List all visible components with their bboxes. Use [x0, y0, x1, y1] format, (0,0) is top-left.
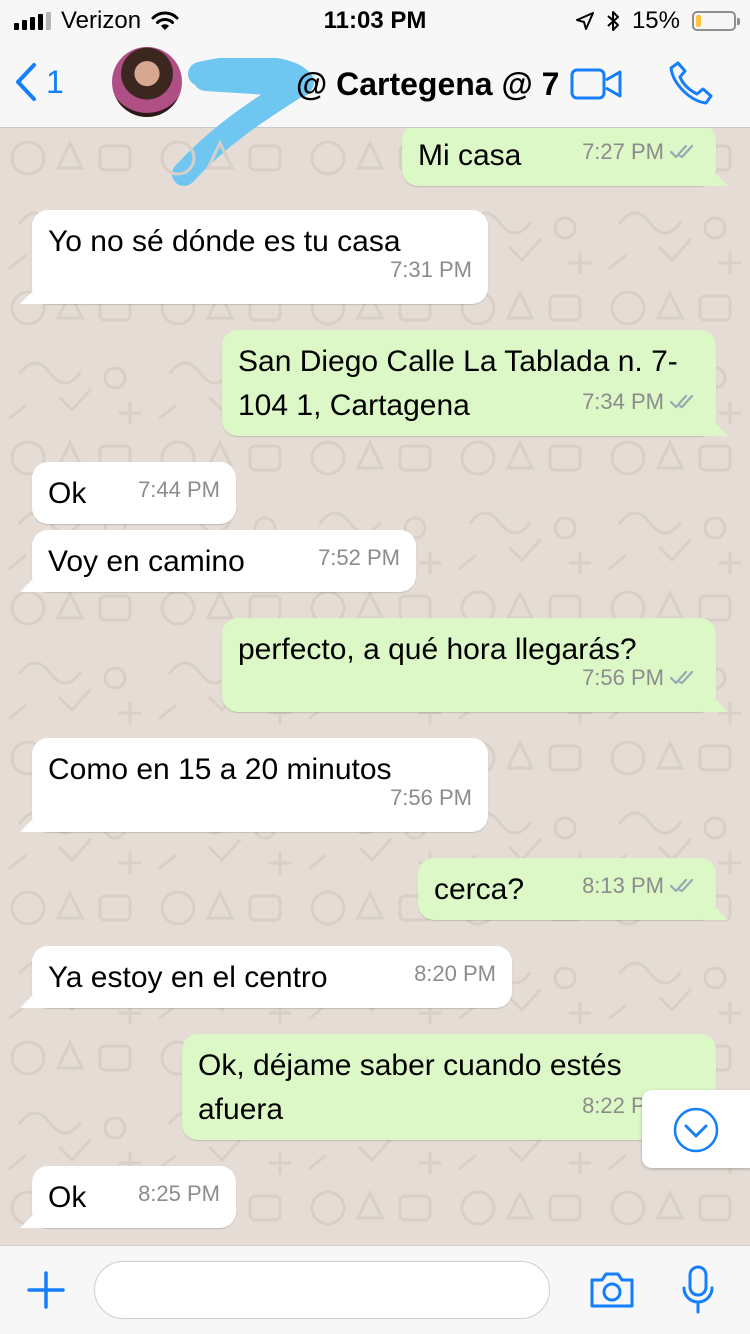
message-meta: 7:31 PM — [390, 248, 472, 292]
scroll-to-bottom-button[interactable] — [642, 1090, 750, 1168]
back-chevron-icon — [16, 63, 36, 101]
message-incoming[interactable]: Ok 7:44 PM — [32, 462, 236, 524]
back-button[interactable]: 1 — [14, 62, 64, 102]
message-meta: 7:52 PM — [318, 536, 400, 580]
message-time: 7:56 PM — [582, 665, 664, 690]
chat-header: 1 @ Cartegena @ 7 — [0, 40, 750, 186]
message-outgoing[interactable]: San Diego Calle La Tablada n. 7-104 1, C… — [222, 330, 716, 436]
message-outgoing[interactable]: cerca? 8:13 PM — [418, 858, 716, 920]
chevron-down-icon — [673, 1107, 719, 1153]
phone-call-icon[interactable] — [668, 60, 714, 106]
input-bar — [0, 1245, 750, 1334]
message-time: 7:31 PM — [390, 257, 472, 282]
message-text: Voy en camino — [48, 545, 245, 578]
message-outgoing[interactable]: Mi casa 7:27 PM — [402, 128, 716, 186]
message-time: 7:56 PM — [390, 785, 472, 810]
message-incoming[interactable]: Ok 8:25 PM — [32, 1166, 236, 1228]
message-incoming[interactable]: Ya estoy en el centro 8:20 PM — [32, 946, 512, 1008]
battery-fill — [696, 15, 701, 27]
message-text: Ok — [48, 1181, 87, 1214]
microphone-icon[interactable] — [680, 1264, 716, 1316]
plus-icon[interactable] — [26, 1270, 66, 1310]
battery-percent: 15% — [631, 7, 680, 34]
message-text: Ok — [48, 477, 87, 510]
chat-title[interactable]: @ Cartegena @ 7 — [296, 66, 559, 103]
read-receipt-icon — [670, 670, 694, 685]
message-text: cerca? — [434, 873, 525, 906]
message-time: 7:44 PM — [138, 477, 220, 502]
message-time: 7:34 PM — [582, 389, 664, 414]
battery-icon — [692, 11, 740, 31]
status-right: 15% — [575, 7, 740, 35]
message-text: perfecto, a qué hora llegarás? — [238, 633, 637, 666]
message-incoming[interactable]: Como en 15 a 20 minutos 7:56 PM — [32, 738, 488, 832]
message-time: 8:13 PM — [582, 873, 664, 898]
unread-count: 1 — [46, 63, 64, 100]
message-outgoing[interactable]: perfecto, a qué hora llegarás? 7:56 PM — [222, 618, 716, 712]
message-text: Mi casa — [418, 139, 522, 172]
bluetooth-icon — [607, 11, 619, 31]
message-time: 8:20 PM — [414, 961, 496, 986]
read-receipt-icon — [670, 878, 694, 893]
message-meta: 8:25 PM — [138, 1172, 220, 1216]
message-meta: 7:34 PM — [582, 380, 700, 424]
camera-icon[interactable] — [588, 1270, 636, 1310]
message-meta: 7:56 PM — [390, 776, 472, 820]
read-receipt-icon — [670, 144, 694, 159]
location-icon — [575, 12, 594, 30]
message-meta: 7:56 PM — [582, 656, 700, 700]
message-text: Ok, déjame saber cuando estés afuera — [198, 1049, 622, 1126]
message-text: Yo no sé dónde es tu casa — [48, 225, 401, 258]
message-incoming[interactable]: Voy en camino 7:52 PM — [32, 530, 416, 592]
read-receipt-icon — [670, 394, 694, 409]
status-bar: Verizon 11:03 PM 15% — [0, 0, 750, 40]
message-outgoing[interactable]: Ok, déjame saber cuando estés afuera 8:2… — [182, 1034, 716, 1140]
message-incoming[interactable]: Yo no sé dónde es tu casa 7:31 PM — [32, 210, 488, 304]
message-list[interactable]: Mi casa 7:27 PM Yo no sé dónde es tu cas… — [0, 128, 750, 1245]
message-meta: 7:44 PM — [138, 468, 220, 512]
message-time: 7:52 PM — [318, 545, 400, 570]
message-time: 7:27 PM — [582, 139, 664, 164]
message-text: Como en 15 a 20 minutos — [48, 753, 392, 786]
message-meta: 8:20 PM — [414, 952, 496, 996]
message-meta: 7:27 PM — [582, 130, 700, 174]
message-text: Ya estoy en el centro — [48, 961, 328, 994]
message-time: 8:25 PM — [138, 1181, 220, 1206]
video-call-icon[interactable] — [570, 66, 622, 102]
message-meta: 8:13 PM — [582, 864, 700, 908]
message-input[interactable] — [94, 1261, 550, 1319]
